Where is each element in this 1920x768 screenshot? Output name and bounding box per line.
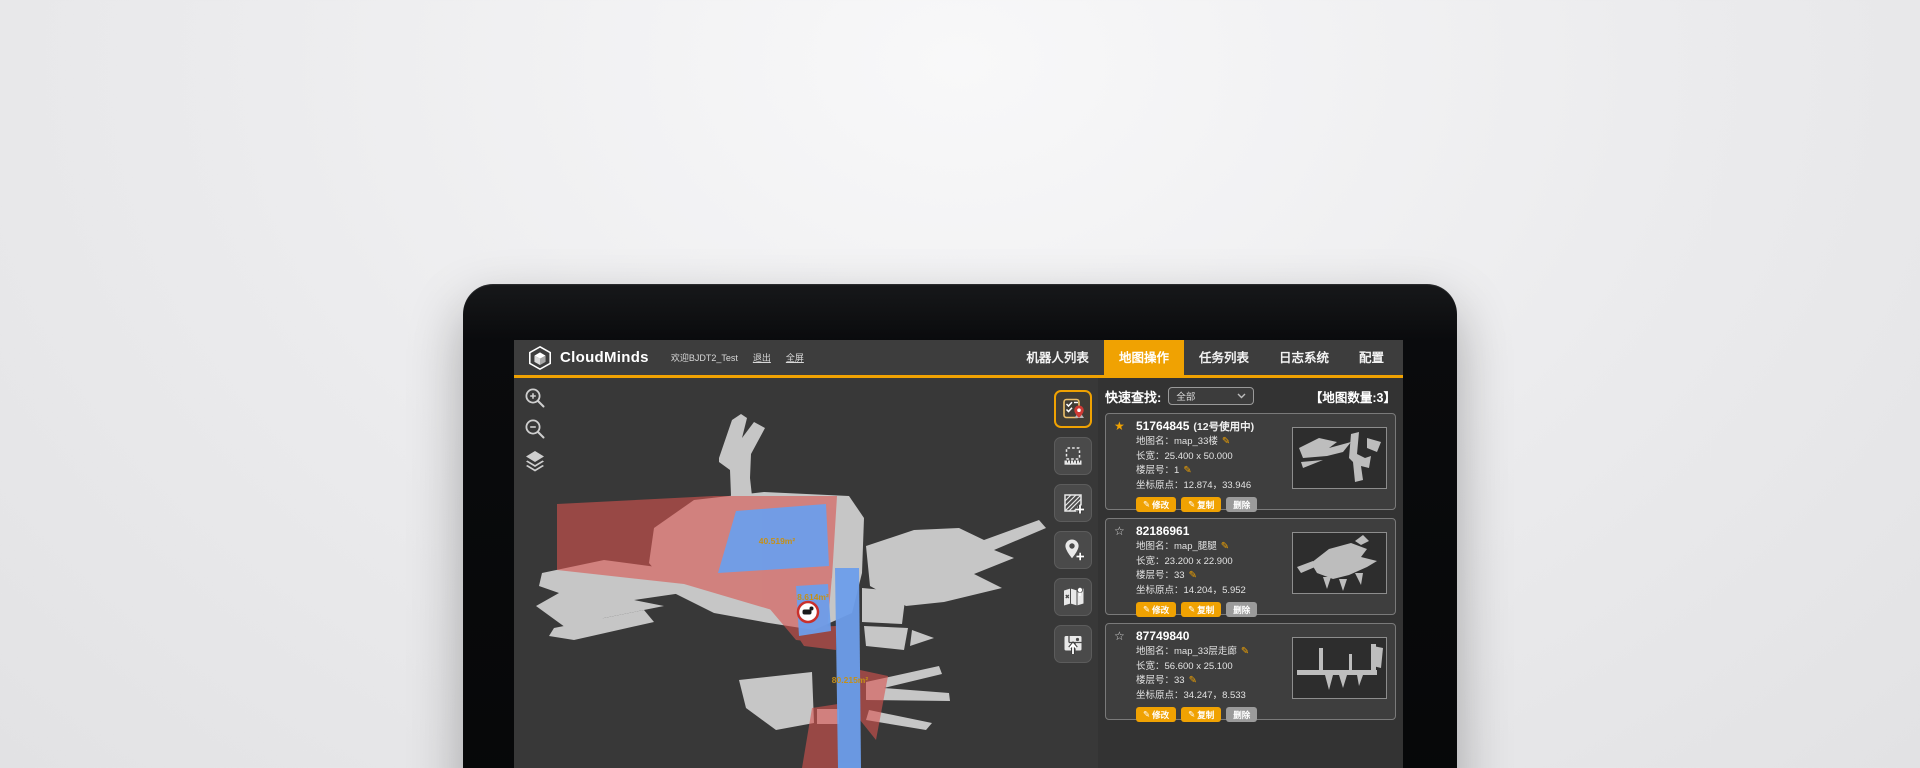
upload-map-icon [1060, 631, 1086, 657]
map-thumbnail [1292, 427, 1387, 489]
fullscreen-link[interactable]: 全屏 [786, 351, 804, 364]
edit-name-icon[interactable]: ✎ [1241, 646, 1249, 657]
map-controls [523, 386, 547, 472]
map-id: 82186961 [1136, 524, 1189, 538]
floor-plan: 40.519m² 8.614m² 80.215m² [514, 378, 1048, 768]
area-label-2: 8.614m² [797, 592, 829, 602]
menu-item-task-list[interactable]: 任务列表 [1184, 340, 1264, 375]
modify-button[interactable]: ✎修改 [1136, 707, 1176, 722]
main-menu: 机器人列表 地图操作 任务列表 日志系统 配置 [1011, 340, 1399, 375]
map-card: ★ 51764845 (12号使用中) 地图名：map_33楼✎ 长宽：25.4… [1105, 413, 1396, 510]
area-label-1: 40.519m² [759, 536, 796, 546]
brand-name: CloudMinds [560, 349, 649, 366]
app-screen: CloudMinds 欢迎BJDT2_Test 退出 全屏 机器人列表 地图操作… [514, 340, 1403, 768]
tool-patrol-task-map[interactable] [1054, 390, 1092, 428]
chevron-down-icon [1237, 393, 1246, 399]
measure-area-icon [1060, 443, 1086, 469]
zoom-in-icon[interactable] [523, 386, 547, 410]
map-in-use-badge: (12号使用中) [1193, 419, 1254, 434]
brand: CloudMinds [527, 345, 649, 371]
modify-button[interactable]: ✎修改 [1136, 497, 1176, 512]
map-thumbnail [1292, 532, 1387, 594]
tool-add-point[interactable] [1054, 531, 1092, 569]
add-zone-icon [1060, 490, 1086, 516]
edit-floor-icon[interactable]: ✎ [1189, 570, 1197, 581]
quick-search-label: 快速查找: [1105, 387, 1161, 406]
favorite-star-icon[interactable]: ☆ [1114, 524, 1136, 538]
menu-item-config[interactable]: 配置 [1344, 340, 1399, 375]
edit-icon: ✎ [1188, 499, 1195, 510]
copy-button[interactable]: ✎复制 [1181, 602, 1221, 617]
map-card: ☆ 87749840 地图名：map_33层走廊✎ 长宽：56.600 x 25… [1105, 623, 1396, 720]
delete-button[interactable]: 删除 [1226, 497, 1257, 512]
welcome-text: 欢迎BJDT2_Test [671, 351, 738, 364]
menu-item-map-operations[interactable]: 地图操作 [1104, 340, 1184, 375]
delete-button[interactable]: 删除 [1226, 602, 1257, 617]
edit-icon: ✎ [1188, 604, 1195, 615]
map-canvas[interactable]: 40.519m² 8.614m² 80.215m² [514, 378, 1048, 768]
edit-floor-icon[interactable]: ✎ [1189, 675, 1197, 686]
edit-floor-icon[interactable]: ✎ [1183, 465, 1191, 476]
edit-icon: ✎ [1143, 709, 1150, 720]
copy-button[interactable]: ✎复制 [1181, 497, 1221, 512]
filter-dropdown-value: 全部 [1176, 389, 1195, 403]
area-label-3: 80.215m² [832, 675, 869, 685]
edit-icon: ✎ [1143, 604, 1150, 615]
tool-add-hatched-zone[interactable] [1054, 484, 1092, 522]
top-navbar: CloudMinds 欢迎BJDT2_Test 退出 全屏 机器人列表 地图操作… [514, 340, 1403, 378]
favorite-star-icon[interactable]: ★ [1114, 419, 1136, 433]
patrol-task-map-icon [1060, 396, 1086, 422]
map-count-text: 【地图数量:3】 [1310, 387, 1396, 406]
map-marker-icon [1060, 584, 1086, 610]
tool-upload-map[interactable] [1054, 625, 1092, 663]
map-id: 87749840 [1136, 629, 1189, 643]
menu-item-robot-list[interactable]: 机器人列表 [1011, 340, 1104, 375]
edit-name-icon[interactable]: ✎ [1222, 436, 1230, 447]
edit-icon: ✎ [1188, 709, 1195, 720]
map-list-panel: 快速查找: 全部 【地图数量:3】 ★ 51764845 (12号使用中) 地图… [1098, 378, 1403, 768]
delete-button[interactable]: 删除 [1226, 707, 1257, 722]
layers-icon[interactable] [523, 448, 547, 472]
menu-item-log-system[interactable]: 日志系统 [1264, 340, 1344, 375]
filter-dropdown[interactable]: 全部 [1168, 387, 1254, 405]
robot-marker [798, 602, 818, 622]
map-thumbnail [1292, 637, 1387, 699]
map-toolbar [1048, 378, 1098, 768]
tool-map-marker[interactable] [1054, 578, 1092, 616]
zoom-out-icon[interactable] [523, 417, 547, 441]
cloudminds-logo-icon [527, 345, 553, 371]
edit-icon: ✎ [1143, 499, 1150, 510]
panel-header: 快速查找: 全部 【地图数量:3】 [1105, 385, 1396, 407]
copy-button[interactable]: ✎复制 [1181, 707, 1221, 722]
map-card: ☆ 82186961 地图名：map_腿腿✎ 长宽：23.200 x 22.90… [1105, 518, 1396, 615]
map-id: 51764845 [1136, 419, 1189, 433]
edit-name-icon[interactable]: ✎ [1221, 541, 1229, 552]
main-content: 40.519m² 8.614m² 80.215m² [514, 378, 1403, 768]
add-point-icon [1060, 537, 1086, 563]
tool-measure-area[interactable] [1054, 437, 1092, 475]
modify-button[interactable]: ✎修改 [1136, 602, 1176, 617]
favorite-star-icon[interactable]: ☆ [1114, 629, 1136, 643]
logout-link[interactable]: 退出 [753, 351, 771, 364]
